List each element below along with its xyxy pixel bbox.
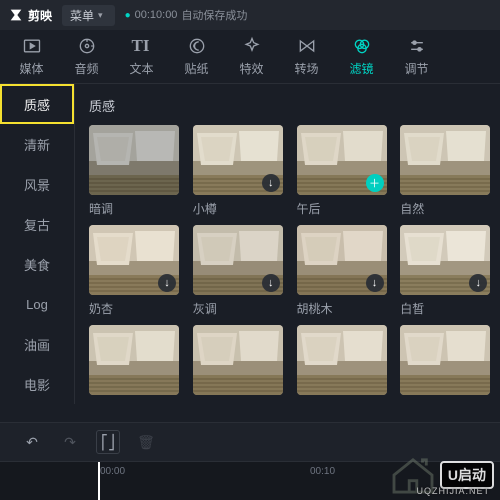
filter-item: 自然 xyxy=(400,125,492,217)
download-icon[interactable]: ↓ xyxy=(262,274,280,292)
filter-grid-panel: 质感 暗调 ↓ 小樽 ＋ 午后自然 ↓ 奶杏 ↓ 灰调 ↓ 胡桃木 ↓ 白皙 xyxy=(75,84,500,404)
toolbar-label: 媒体 xyxy=(19,60,43,77)
filter-category-sidebar: 质感清新风景复古美食Log油画电影 xyxy=(0,84,75,404)
app-logo: 剪映 xyxy=(8,7,52,24)
filter-thumbnail[interactable]: ↓ xyxy=(297,225,387,295)
filter-item: ↓ 白皙 xyxy=(400,225,492,317)
undo-button[interactable]: ↶ xyxy=(20,430,44,454)
sidebar-item-retro[interactable]: 复古 xyxy=(0,204,74,244)
filter-thumbnail[interactable]: ＋ xyxy=(297,125,387,195)
title-bar: 剪映 菜单 ▾ ● 00:10:00 自动保存成功 xyxy=(0,0,500,30)
text-icon: TI xyxy=(132,36,152,56)
filter-thumbnail[interactable] xyxy=(297,325,387,395)
split-button[interactable]: ⎡⎦ xyxy=(96,430,120,454)
toolbar-filter[interactable]: 滤镜 xyxy=(334,31,389,83)
filter-thumbnail[interactable] xyxy=(400,325,490,395)
moon-icon xyxy=(187,36,207,56)
filter-label: 灰调 xyxy=(193,300,285,317)
toolbar-audio[interactable]: 音频 xyxy=(59,31,114,83)
toolbar-label: 特效 xyxy=(239,60,263,77)
sidebar-item-food[interactable]: 美食 xyxy=(0,244,74,284)
download-icon[interactable]: ↓ xyxy=(262,174,280,192)
sidebar-item-movie[interactable]: 电影 xyxy=(0,364,74,404)
delete-button[interactable]: 🗑 xyxy=(134,430,158,454)
filter-item: ↓ 灰调 xyxy=(193,225,285,317)
sidebar-item-texture[interactable]: 质感 xyxy=(0,84,74,124)
ruler-tick: 00:00 xyxy=(100,466,125,477)
toolbar-text[interactable]: TI 文本 xyxy=(114,31,169,83)
sparkle-icon xyxy=(242,36,262,56)
filter-grid: 暗调 ↓ 小樽 ＋ 午后自然 ↓ 奶杏 ↓ 灰调 ↓ 胡桃木 ↓ 白皙 xyxy=(89,125,492,400)
filter-thumbnail[interactable]: ↓ xyxy=(400,225,490,295)
filter-thumbnail[interactable] xyxy=(89,125,179,195)
filter-item xyxy=(89,325,181,400)
filter-item: ＋ 午后 xyxy=(297,125,389,217)
add-icon[interactable]: ＋ xyxy=(366,174,384,192)
main-panel: 质感清新风景复古美食Log油画电影 质感 暗调 ↓ 小樽 ＋ 午后自然 ↓ 奶杏 ↓ 灰调 ↓ 胡桃… xyxy=(0,84,500,404)
filter-thumbnail[interactable] xyxy=(400,125,490,195)
filter-item: 暗调 xyxy=(89,125,181,217)
toolbar-transition[interactable]: 转场 xyxy=(279,31,334,83)
filter-thumbnail[interactable] xyxy=(89,325,179,395)
sidebar-item-oil[interactable]: 油画 xyxy=(0,324,74,364)
filter-label: 暗调 xyxy=(89,200,181,217)
menu-label: 菜单 xyxy=(70,7,94,24)
status-dot-icon: ● xyxy=(125,10,131,21)
watermark: U启动 UQZHIJIA.NET xyxy=(390,456,494,494)
app-name: 剪映 xyxy=(28,7,52,24)
autosave-text: 自动保存成功 xyxy=(181,7,247,23)
filter-thumbnail[interactable] xyxy=(193,325,283,395)
download-icon[interactable]: ↓ xyxy=(158,274,176,292)
filter-item: ↓ 小樽 xyxy=(193,125,285,217)
toolbar-label: 滤镜 xyxy=(349,60,373,77)
venn-icon xyxy=(352,36,372,56)
chevron-down-icon: ▾ xyxy=(98,10,103,21)
watermark-text: U启动 xyxy=(440,461,494,489)
toolbar-label: 转场 xyxy=(294,60,318,77)
logo-icon xyxy=(8,7,24,23)
toolbar-sticker[interactable]: 贴纸 xyxy=(169,31,224,83)
menu-button[interactable]: 菜单 ▾ xyxy=(62,5,115,26)
toolbar-label: 调节 xyxy=(404,60,428,77)
redo-button[interactable]: ↷ xyxy=(58,430,82,454)
filter-item xyxy=(193,325,285,400)
sidebar-item-scenery[interactable]: 风景 xyxy=(0,164,74,204)
filter-label: 奶杏 xyxy=(89,300,181,317)
download-icon[interactable]: ↓ xyxy=(366,274,384,292)
disc-icon xyxy=(77,36,97,56)
toolbar-adjust[interactable]: 调节 xyxy=(389,31,444,83)
filter-item xyxy=(400,325,492,400)
toolbar-media[interactable]: 媒体 xyxy=(4,31,59,83)
main-toolbar: 媒体 音频 TI 文本 贴纸 特效 转场 滤镜 调节 xyxy=(0,30,500,84)
ruler-tick: 00:10 xyxy=(310,466,335,477)
filter-item: ↓ 奶杏 xyxy=(89,225,181,317)
autosave-status: ● 00:10:00 自动保存成功 xyxy=(125,7,248,23)
filter-label: 自然 xyxy=(400,200,492,217)
toolbar-label: 贴纸 xyxy=(184,60,208,77)
filter-label: 白皙 xyxy=(400,300,492,317)
filter-label: 午后 xyxy=(297,200,389,217)
sliders-icon xyxy=(407,36,427,56)
filter-label: 胡桃木 xyxy=(297,300,389,317)
watermark-sub: UQZHIJIA.NET xyxy=(416,486,490,496)
bowtie-icon xyxy=(297,36,317,56)
sidebar-item-log[interactable]: Log xyxy=(0,284,74,324)
section-title: 质感 xyxy=(89,96,492,115)
playhead-marker[interactable] xyxy=(98,462,100,500)
toolbar-effect[interactable]: 特效 xyxy=(224,31,279,83)
filter-thumbnail[interactable]: ↓ xyxy=(193,125,283,195)
filter-item: ↓ 胡桃木 xyxy=(297,225,389,317)
autosave-time: 00:10:00 xyxy=(135,9,178,21)
filter-item xyxy=(297,325,389,400)
toolbar-label: 文本 xyxy=(129,60,153,77)
filter-thumbnail[interactable]: ↓ xyxy=(193,225,283,295)
filter-thumbnail[interactable]: ↓ xyxy=(89,225,179,295)
sidebar-item-fresh[interactable]: 清新 xyxy=(0,124,74,164)
toolbar-label: 音频 xyxy=(74,60,98,77)
play-box-icon xyxy=(22,36,42,56)
filter-label: 小樽 xyxy=(193,200,285,217)
